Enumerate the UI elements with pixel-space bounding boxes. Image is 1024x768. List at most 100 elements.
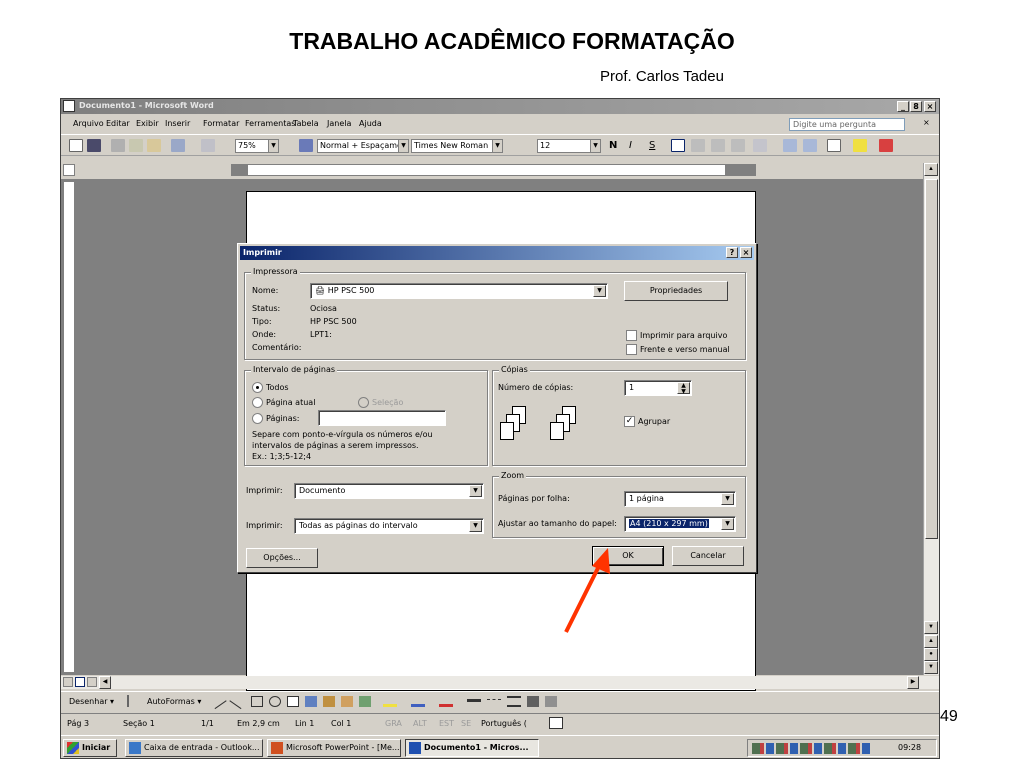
ask-question-input[interactable]: Digite uma pergunta	[789, 118, 905, 131]
properties-button[interactable]: Propriedades	[624, 281, 728, 301]
justify-icon[interactable]	[731, 139, 745, 152]
align-left-icon[interactable]	[671, 139, 685, 152]
border-icon[interactable]	[827, 139, 841, 152]
oval-icon[interactable]	[269, 696, 281, 707]
next-page-icon[interactable]: ▼	[924, 661, 938, 674]
style-combo[interactable]: Normal + Espaçamei ▼	[317, 139, 409, 153]
scrollbar-thumb[interactable]	[925, 179, 938, 539]
close-document-icon[interactable]: ×	[923, 118, 930, 127]
select-objects-icon[interactable]	[127, 695, 137, 707]
autoshapes-menu-button[interactable]: AutoFormas ▾	[147, 697, 201, 706]
scale-select[interactable]: A4 (210 x 297 mm) ▼	[624, 516, 736, 532]
text-box-icon[interactable]	[287, 696, 299, 707]
start-button[interactable]: Iniciar	[63, 739, 117, 757]
3d-icon[interactable]	[545, 696, 557, 707]
menu-ferramentas[interactable]: Ferramentas	[245, 119, 295, 128]
clipart-icon[interactable]	[341, 696, 353, 707]
redo-icon[interactable]	[201, 139, 215, 152]
line-style-icon[interactable]	[467, 699, 481, 702]
font-combo[interactable]: Times New Roman ▼	[411, 139, 503, 153]
task-outlook[interactable]: Caixa de entrada - Outlook...	[125, 739, 263, 757]
align-center-icon[interactable]	[691, 139, 705, 152]
font-color-icon[interactable]	[879, 139, 893, 152]
scroll-right-icon[interactable]: ▶	[907, 676, 919, 689]
print-layout-icon[interactable]	[75, 677, 85, 687]
close-button[interactable]: ×	[924, 101, 936, 112]
shadow-icon[interactable]	[527, 696, 539, 707]
manual-duplex-checkbox[interactable]	[626, 344, 637, 355]
outline-view-icon[interactable]	[87, 677, 97, 687]
browse-object-icon[interactable]: ●	[924, 648, 938, 661]
previous-page-icon[interactable]: ▲	[924, 635, 938, 648]
menu-inserir[interactable]: Inserir	[165, 119, 190, 128]
line-color-icon[interactable]	[411, 696, 425, 707]
spelling-status-icon[interactable]	[549, 717, 563, 729]
arrow-style-icon[interactable]	[507, 696, 521, 707]
cancel-button[interactable]: Cancelar	[672, 546, 744, 566]
highlight-icon[interactable]	[853, 139, 867, 152]
options-button[interactable]: Opções...	[246, 548, 318, 568]
spinner-arrows-icon[interactable]: ▲ ▼	[677, 382, 690, 395]
print-select[interactable]: Todas as páginas do intervalo ▼	[294, 518, 484, 534]
tray-icons[interactable]	[752, 743, 872, 754]
minimize-button[interactable]: _	[897, 101, 909, 112]
scroll-up-icon[interactable]: ▲	[924, 163, 938, 176]
draw-menu-button[interactable]: Desenhar ▾	[69, 697, 114, 706]
cut-icon[interactable]	[111, 139, 125, 152]
task-word[interactable]: Documento1 - Micros...	[405, 739, 539, 757]
dialog-close-button[interactable]: ×	[740, 247, 752, 258]
line-icon[interactable]	[209, 692, 227, 710]
print-to-file-checkbox[interactable]	[626, 330, 637, 341]
paste-icon[interactable]	[147, 139, 161, 152]
styles-icon[interactable]	[299, 139, 313, 152]
wordart-icon[interactable]	[305, 696, 317, 707]
status-ovr[interactable]: SE	[461, 719, 471, 728]
bullets-icon[interactable]	[803, 139, 817, 152]
status-rec[interactable]: GRA	[385, 719, 402, 728]
copies-spinner[interactable]: 1 ▲ ▼	[624, 380, 692, 396]
restore-button[interactable]: 8	[910, 101, 922, 112]
arrow-icon[interactable]	[229, 692, 247, 710]
status-trk[interactable]: ALT	[413, 719, 427, 728]
copy-icon[interactable]	[129, 139, 143, 152]
dash-style-icon[interactable]	[487, 699, 501, 702]
range-all-radio[interactable]	[252, 382, 263, 393]
window-titlebar[interactable]: Documento1 - Microsoft Word _ 8 ×	[61, 99, 939, 114]
rectangle-icon[interactable]	[251, 696, 263, 707]
scroll-left-icon[interactable]: ◀	[99, 676, 111, 689]
font-size-combo[interactable]: 12 ▼	[537, 139, 601, 153]
new-document-icon[interactable]	[69, 139, 83, 152]
range-pages-radio[interactable]	[252, 413, 263, 424]
menu-editar[interactable]: Editar	[106, 119, 130, 128]
menu-tabela[interactable]: Tabela	[293, 119, 319, 128]
zoom-combo[interactable]: 75% ▼	[235, 139, 279, 153]
page-range-input[interactable]	[318, 410, 446, 426]
diagram-icon[interactable]	[323, 696, 335, 707]
normal-view-icon[interactable]	[63, 677, 73, 687]
numbering-icon[interactable]	[783, 139, 797, 152]
vertical-scrollbar[interactable]: ▲ ▼ ▲ ● ▼	[923, 163, 939, 675]
collate-checkbox[interactable]: ✓	[624, 416, 635, 427]
menu-arquivo[interactable]: Arquivo	[73, 119, 104, 128]
range-current-radio[interactable]	[252, 397, 263, 408]
menu-ajuda[interactable]: Ajuda	[359, 119, 382, 128]
picture-icon[interactable]	[359, 696, 371, 707]
tab-selector-icon[interactable]	[63, 164, 75, 176]
help-button[interactable]: ?	[726, 247, 738, 258]
task-powerpoint[interactable]: Microsoft PowerPoint - [Me...	[267, 739, 401, 757]
align-right-icon[interactable]	[711, 139, 725, 152]
draw-font-color-icon[interactable]	[439, 696, 453, 707]
bold-button[interactable]: N	[609, 140, 617, 151]
horizontal-ruler[interactable]	[231, 164, 756, 176]
scroll-down-icon[interactable]: ▼	[924, 621, 938, 634]
fill-color-icon[interactable]	[383, 696, 397, 707]
undo-icon[interactable]	[171, 139, 185, 152]
save-icon[interactable]	[87, 139, 101, 152]
horizontal-scrollbar[interactable]: ◀ ▶	[61, 676, 939, 689]
line-spacing-icon[interactable]	[753, 139, 767, 152]
printer-name-select[interactable]: 🖨 HP PSC 500 ▼	[310, 283, 608, 299]
print-what-select[interactable]: Documento ▼	[294, 483, 484, 499]
menu-exibir[interactable]: Exibir	[136, 119, 159, 128]
menu-janela[interactable]: Janela	[327, 119, 351, 128]
range-selection-radio[interactable]	[358, 397, 369, 408]
